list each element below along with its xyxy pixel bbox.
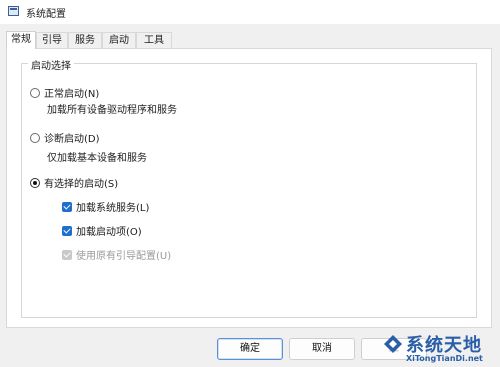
system-config-icon: [8, 6, 19, 16]
checkbox-label: 使用原有引导配置(U): [76, 251, 172, 262]
watermark-logo-icon: [384, 335, 402, 353]
diagnostic-startup-description: 仅加载基本设备和服务: [47, 153, 147, 164]
watermark-url: XiTongTianDi.net: [406, 354, 483, 363]
startup-selection-group: 启动选择 正常启动(N) 加载所有设备驱动程序和服务 诊断启动(D) 仅加载基本…: [21, 57, 477, 318]
radio-selected-icon: [30, 177, 40, 188]
use-original-boot-config-checkbox: 使用原有引导配置(U): [62, 247, 171, 262]
radio-icon: [30, 132, 40, 143]
tab-startup[interactable]: 启动: [102, 32, 136, 48]
checkmark-icon: [62, 225, 72, 236]
group-label: 启动选择: [28, 57, 74, 72]
radio-icon: [30, 87, 40, 98]
load-startup-items-checkbox[interactable]: 加载启动项(O): [62, 223, 142, 238]
checkmark-icon: [62, 201, 72, 212]
window-title: 系统配置: [26, 9, 66, 20]
checkbox-label: 加载系统服务(L): [76, 203, 150, 214]
normal-startup-radio[interactable]: 正常启动(N): [30, 85, 99, 100]
diagnostic-startup-radio[interactable]: 诊断启动(D): [30, 130, 100, 145]
load-system-services-checkbox[interactable]: 加载系统服务(L): [62, 199, 149, 214]
normal-startup-description: 加载所有设备驱动程序和服务: [47, 105, 177, 116]
title-bar: 系统配置: [0, 0, 500, 24]
checkmark-icon: [62, 249, 72, 260]
general-tab-panel: 启动选择 正常启动(N) 加载所有设备驱动程序和服务 诊断启动(D) 仅加载基本…: [6, 48, 492, 328]
tab-services[interactable]: 服务: [68, 32, 102, 48]
radio-label: 诊断启动(D): [44, 134, 100, 145]
selective-startup-radio[interactable]: 有选择的启动(S): [30, 175, 118, 190]
radio-label: 正常启动(N): [44, 89, 100, 100]
radio-label: 有选择的启动(S): [44, 179, 119, 190]
ok-button[interactable]: 确定: [217, 338, 283, 360]
tab-boot[interactable]: 引导: [36, 32, 68, 48]
tab-tools[interactable]: 工具: [136, 32, 172, 48]
cancel-button[interactable]: 取消: [289, 338, 355, 360]
tab-general[interactable]: 常规: [6, 31, 36, 49]
site-watermark: 系统天地 XiTongTianDi.net: [381, 328, 500, 367]
checkbox-label: 加载启动项(O): [76, 227, 142, 238]
